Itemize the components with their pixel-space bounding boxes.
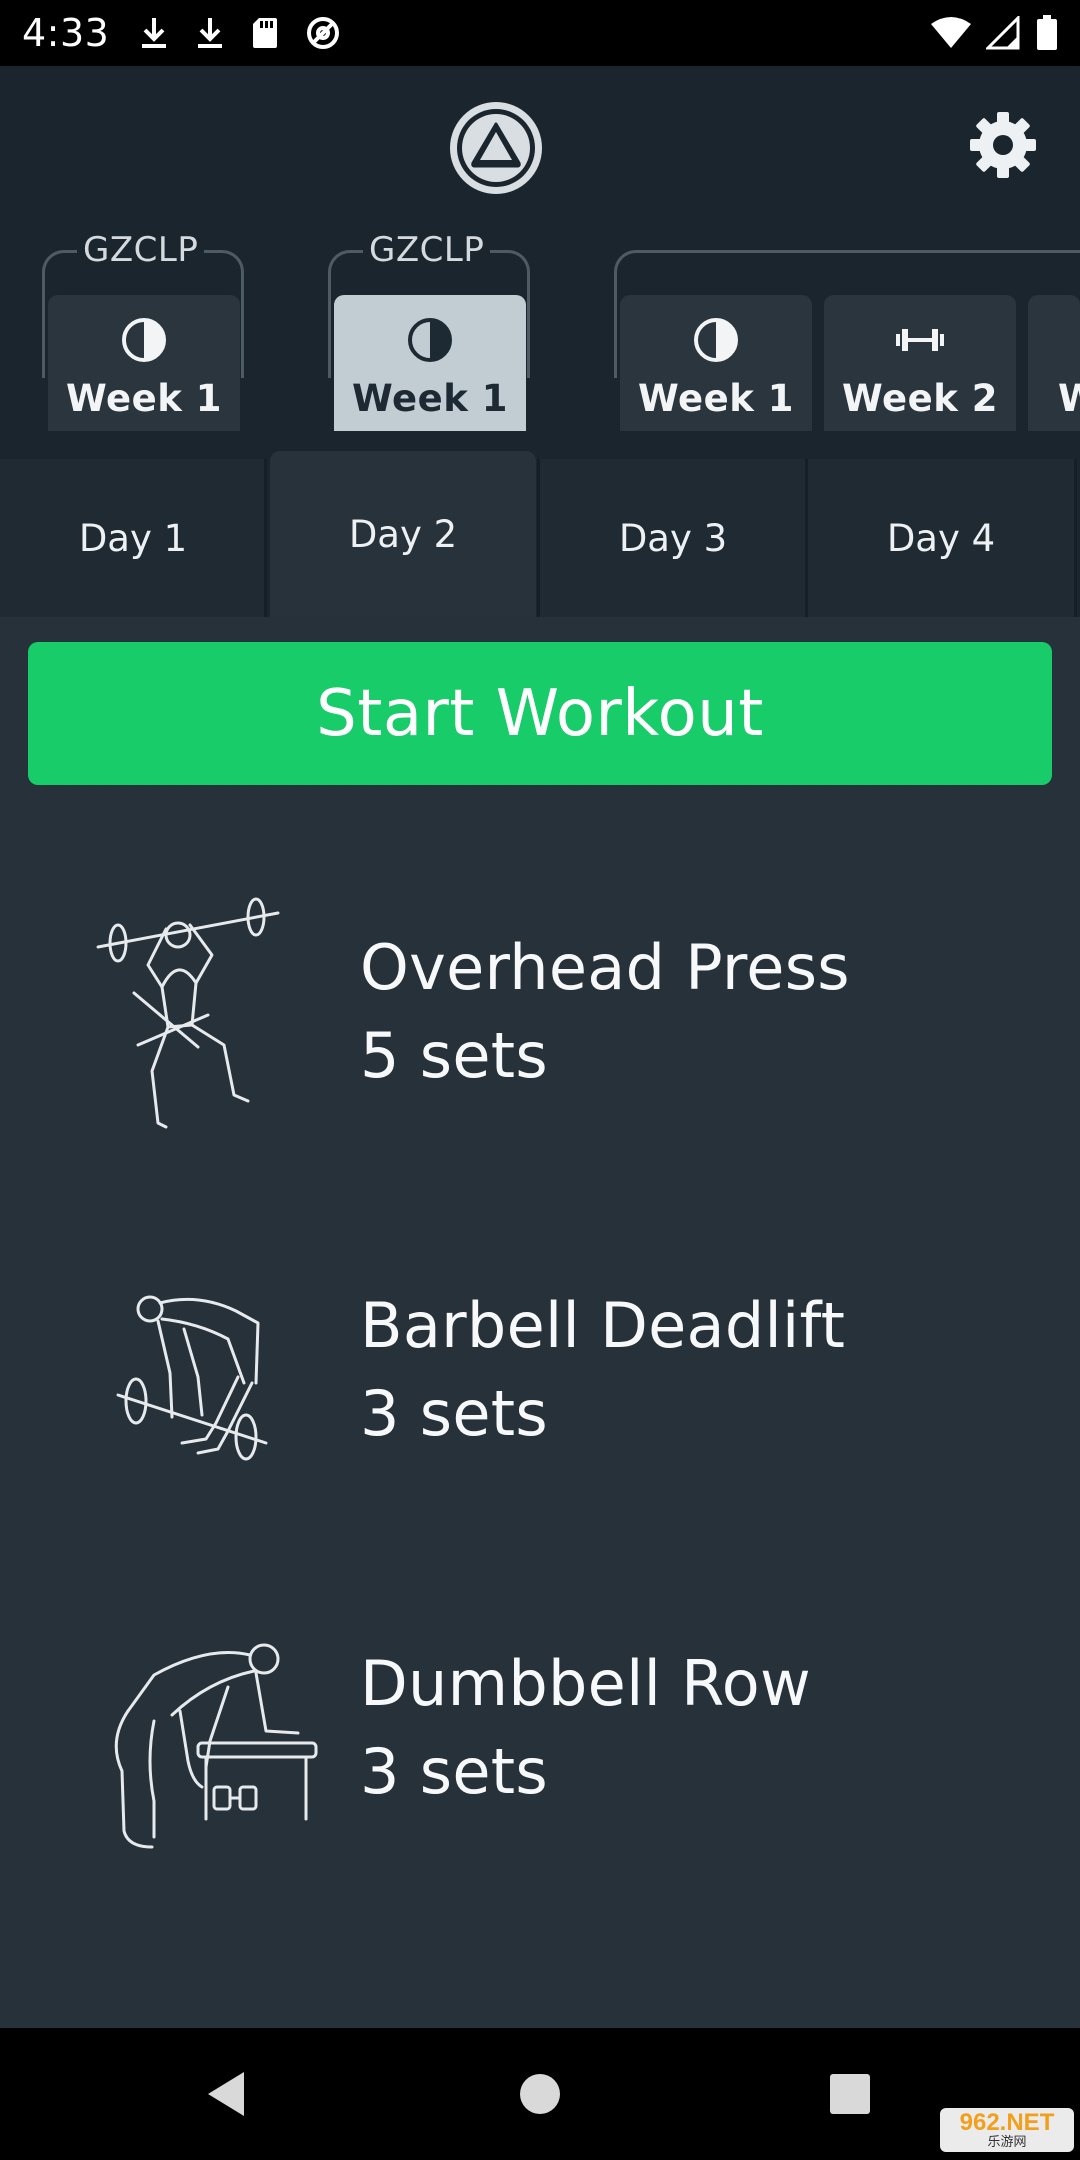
week-label: Week 1: [352, 377, 508, 420]
week-label: W: [1058, 377, 1080, 420]
back-button[interactable]: [166, 2028, 286, 2160]
status-bar: 4:33: [0, 0, 1080, 66]
day-label: Day 4: [886, 516, 996, 560]
download-icon: [198, 18, 223, 48]
program-label: GZCLP: [77, 230, 205, 270]
triangle-logo-icon: [450, 102, 542, 194]
day-tabs: Day 1 Day 2 Day 3 Day 4: [0, 451, 1080, 617]
day-label: Day 3: [618, 516, 728, 560]
exercise-name: Dumbbell Row: [360, 1647, 811, 1720]
exercise-sets: 3 sets: [360, 1735, 549, 1808]
tab-day-1[interactable]: Day 1: [0, 459, 266, 617]
watermark-logo: 962.NET 乐游网: [940, 2108, 1074, 2152]
watermark-subtext: 乐游网: [987, 2134, 1027, 2149]
exercise-sets: 3 sets: [360, 1377, 549, 1450]
exercise-item[interactable]: Barbell Deadlift 3 sets: [0, 1213, 1080, 1571]
tab-day-4[interactable]: Day 4: [808, 459, 1074, 617]
status-time: 4:33: [22, 11, 110, 55]
tab-day-3[interactable]: Day 3: [540, 459, 806, 617]
week-tab[interactable]: Week 1: [620, 295, 812, 431]
overhead-press-illustration: [96, 897, 280, 1129]
workout-content: Start Workout Overhead Press 5 sets Barb…: [0, 617, 1080, 2028]
exercise-sets: 5 sets: [360, 1019, 549, 1092]
half-circle-icon: [408, 318, 452, 362]
week-tab[interactable]: Week 1: [48, 295, 240, 431]
exercise-name: Overhead Press: [360, 931, 850, 1004]
tab-divider: [264, 459, 267, 617]
exercise-item[interactable]: Dumbbell Row 3 sets: [0, 1571, 1080, 1929]
wifi-icon: [931, 17, 971, 48]
day-label: Day 1: [78, 516, 188, 560]
program-label: GZCLP: [363, 230, 491, 270]
deadlift-illustration: [116, 1295, 268, 1461]
dumbbell-row-illustration: [114, 1643, 318, 1849]
cellular-signal-icon: [986, 16, 1020, 50]
download-icon: [142, 18, 167, 48]
week-label: Week 1: [638, 377, 794, 420]
week-label: Week 1: [66, 377, 222, 420]
start-workout-button[interactable]: Start Workout: [28, 642, 1052, 785]
dumbbell-icon: [896, 329, 944, 351]
recents-icon: [830, 2074, 870, 2114]
week-tab-active[interactable]: Week 1: [334, 295, 526, 431]
back-icon: [208, 2072, 244, 2116]
gear-icon[interactable]: [968, 110, 1038, 180]
sd-card-icon: [253, 18, 278, 48]
battery-icon: [1037, 15, 1057, 50]
tab-day-2[interactable]: Day 2: [270, 451, 536, 617]
week-tab[interactable]: Week 2: [824, 295, 1016, 431]
week-label: Week 2: [842, 377, 998, 420]
exercise-item[interactable]: Overhead Press 5 sets: [0, 855, 1080, 1213]
day-label: Day 2: [348, 512, 458, 556]
week-tab-partial[interactable]: W: [1028, 295, 1080, 431]
exercise-name: Barbell Deadlift: [360, 1289, 846, 1362]
navigation-bar: [0, 2028, 1080, 2160]
at-sign-icon: [307, 17, 340, 49]
home-button[interactable]: [480, 2028, 600, 2160]
home-icon: [520, 2074, 560, 2114]
recents-button[interactable]: [790, 2028, 910, 2160]
half-circle-icon: [122, 318, 166, 362]
header: GZCLP Week 1 GZCLP Week 1 Week 1 Week 2 …: [0, 66, 1080, 459]
watermark-text: 962.NET: [959, 2109, 1055, 2136]
tab-divider: [1074, 459, 1077, 617]
half-circle-icon: [694, 318, 738, 362]
